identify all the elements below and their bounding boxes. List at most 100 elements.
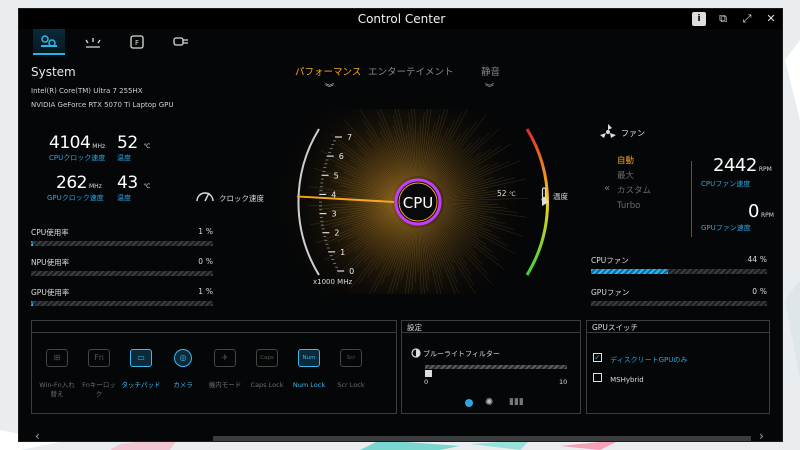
touchpad-icon: ▭: [130, 349, 152, 367]
gpu-temp-readout: 43 ℃ 温度: [117, 173, 150, 203]
gauge-tick-label: 6: [339, 152, 344, 161]
fan-divider: [691, 161, 692, 237]
cpu-usage-fill: [31, 241, 33, 246]
cpu-fan-bar-label: CPUファン: [591, 256, 629, 265]
tab-fn-keys[interactable]: F: [121, 29, 153, 55]
cpu-clock-readout: 4104 MHz CPUクロック速度: [49, 133, 105, 163]
gpu-fan-bar-unit: %: [759, 287, 767, 296]
thermometer-icon: [541, 187, 547, 202]
discrete-gpu-option[interactable]: ✓ ディスクリートGPUのみ: [593, 347, 687, 366]
mshybrid-checkbox[interactable]: [593, 373, 602, 382]
mshybrid-label: MSHybrid: [610, 376, 644, 384]
tab-system-monitor[interactable]: [33, 29, 65, 55]
toggle-airplane[interactable]: ✈: [211, 349, 239, 367]
gauge-temp-label: 温度: [553, 192, 568, 201]
clock-speed-label: クロック速度: [219, 194, 264, 203]
cpu-clock-label: CPUクロック速度: [49, 154, 106, 162]
tab-lighting[interactable]: [77, 29, 109, 55]
gpu-clock-label: GPUクロック速度: [47, 194, 104, 202]
vibrance-icon[interactable]: ▮▮▮: [509, 397, 524, 407]
restore-icon[interactable]: ⧉: [716, 12, 730, 26]
gpu-fan-bar-label: GPUファン: [591, 288, 630, 297]
chevron-left-icon[interactable]: ‹: [35, 429, 40, 441]
toggle-label: Num Lock: [292, 381, 326, 389]
gpu-temp-label: 温度: [117, 194, 131, 202]
gpu-fan-bar: [591, 301, 767, 306]
gpu-fan-value: 0: [748, 201, 759, 222]
npu-usage-row: NPU使用率 0 %: [31, 257, 213, 276]
toggle-label: Scr Lock: [337, 381, 365, 389]
discrete-gpu-checkbox[interactable]: ✓: [593, 353, 602, 362]
toggle-camera[interactable]: ◎: [169, 349, 197, 367]
tab-silent[interactable]: 静音: [481, 64, 500, 78]
cpu-fan-bar: [591, 269, 767, 274]
fan-mode-list: 自動 最大 カスタム Turbo: [617, 154, 651, 214]
cpu-fan-bar-unit: %: [759, 255, 767, 264]
gauge-tick-label: 2: [334, 229, 339, 238]
toggle-fn-lock[interactable]: Fn: [85, 349, 113, 367]
discrete-gpu-label: ディスクリートGPUのみ: [610, 356, 688, 364]
gauge-tick-label: 1: [340, 248, 345, 257]
display-mode-icon[interactable]: [465, 399, 473, 407]
cpu-usage-label: CPU使用率: [31, 228, 69, 237]
toggle-touchpad[interactable]: ▭: [127, 349, 155, 367]
cpu-fan-fill: [591, 269, 669, 274]
toggle-scroll-lock[interactable]: Scr: [337, 349, 365, 367]
chevron-down-icon: ︾: [485, 84, 495, 94]
fan-mode-turbo[interactable]: Turbo: [617, 199, 651, 214]
num-lock-icon: Num: [298, 349, 320, 367]
toggle-label: Win-Fn入れ替え: [39, 381, 75, 398]
gpu-fan-bar-value: 0: [752, 287, 757, 296]
fan-mode-custom[interactable]: カスタム: [617, 184, 651, 199]
fan-icon: [600, 124, 616, 138]
chevron-left-icon: «: [604, 183, 611, 194]
svg-text:F: F: [135, 39, 139, 47]
win-fn-swap-icon: ⊞: [46, 349, 68, 367]
top-nav: F: [33, 29, 197, 55]
tab-entertainment[interactable]: エンターテイメント: [368, 64, 454, 78]
toggle-label: タッチパッド: [121, 381, 161, 389]
bluelight-slider[interactable]: [425, 365, 567, 369]
toggle-win-fn-swap[interactable]: ⊞: [43, 349, 71, 367]
cpu-fan-readout: 2442 RPM: [713, 155, 772, 176]
gpu-name: NVIDIA GeForce RTX 5070 Ti Laptop GPU: [31, 101, 174, 109]
fan-mode-max[interactable]: 最大: [617, 169, 651, 184]
fullscreen-icon[interactable]: ⤢: [740, 12, 754, 26]
gpu-fan-row: GPUファン 0 %: [591, 287, 767, 306]
toggle-num-lock[interactable]: Num: [295, 349, 323, 367]
npu-usage-label: NPU使用率: [31, 258, 70, 267]
cpu-usage-row: CPU使用率 1 %: [31, 227, 213, 246]
toggle-label: カメラ: [173, 381, 193, 389]
settings-title: 設定: [402, 321, 580, 333]
mshybrid-option[interactable]: MSHybrid: [593, 367, 644, 386]
caps-lock-icon: Caps: [256, 349, 278, 367]
cpu-clock-unit: MHz: [92, 143, 106, 150]
cpu-fan-bar-value: 44: [747, 255, 757, 264]
tab-performance[interactable]: パフォーマンス: [295, 64, 361, 78]
cpu-fan-value: 2442: [713, 155, 757, 176]
toggle-caps-lock[interactable]: Caps: [253, 349, 281, 367]
keyboard-panel-head: [32, 321, 396, 333]
gpu-fan-label: GPUファン速度: [701, 224, 751, 232]
gpu-clock-value: 262: [56, 173, 87, 193]
chevron-right-icon[interactable]: ›: [759, 429, 764, 441]
fn-lock-icon: Fn: [88, 349, 110, 367]
gpu-fan-readout: 0 RPM: [748, 201, 774, 222]
scroll-lock-icon: Scr: [340, 349, 362, 367]
cpu-usage-bar: [31, 241, 213, 246]
fan-mode-auto[interactable]: 自動: [617, 154, 651, 169]
brightness-icon[interactable]: ✺: [485, 397, 493, 408]
close-icon[interactable]: ✕: [764, 12, 778, 26]
gpu-usage-bar: [31, 301, 213, 306]
fan-title: ファン: [621, 129, 645, 138]
fn-key-icon: F: [130, 35, 144, 49]
tab-connection[interactable]: [165, 29, 197, 55]
info-icon[interactable]: i: [692, 12, 706, 26]
connection-icon: [173, 37, 188, 46]
horizontal-scrollbar[interactable]: [213, 436, 751, 441]
title-bar: Control Center i ⧉ ⤢ ✕: [19, 9, 782, 29]
system-monitor-icon: [41, 35, 57, 47]
gauge-temp-readout: 52 ℃: [497, 189, 516, 198]
bluelight-slider-knob[interactable]: [425, 370, 432, 377]
toggle-label: Caps Lock: [250, 381, 284, 389]
